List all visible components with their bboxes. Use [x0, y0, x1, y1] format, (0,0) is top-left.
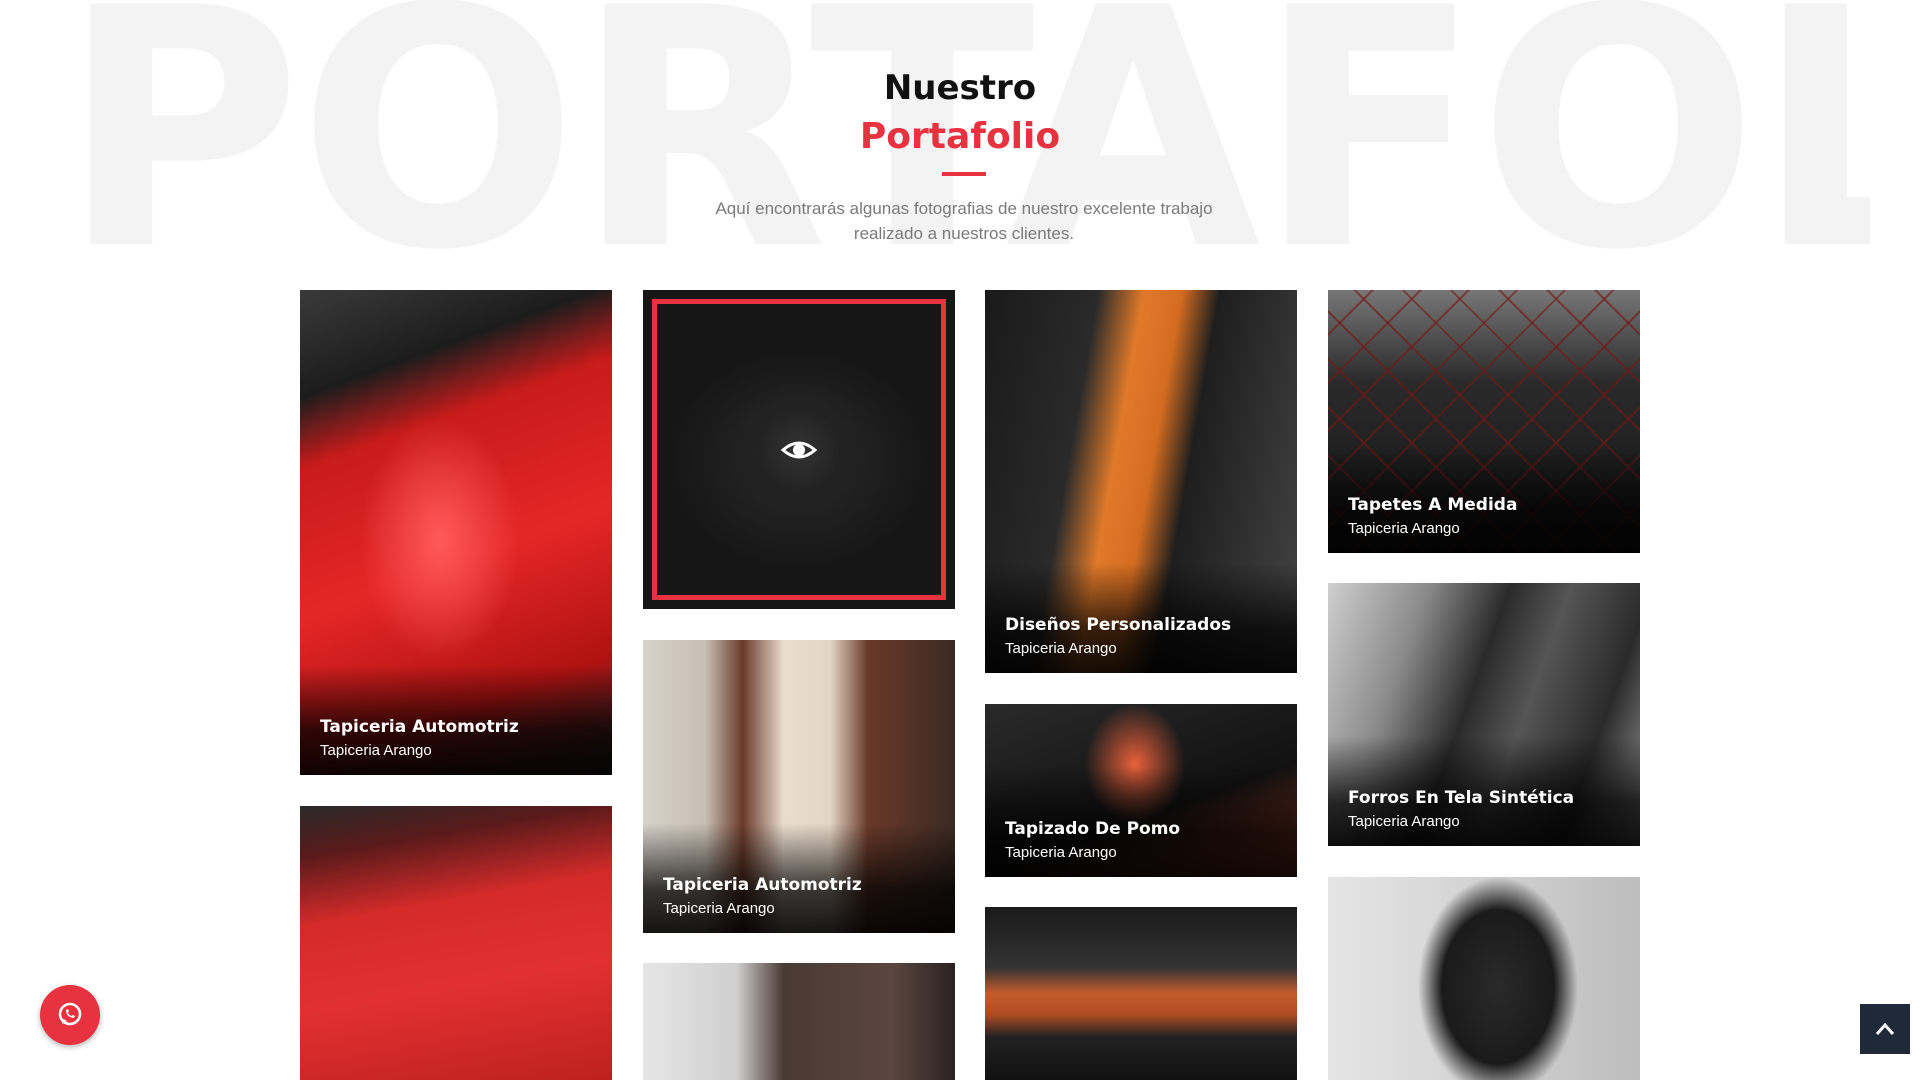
- portfolio-section: PORTAFOLIO Nuestro Portafolio Aquí encon…: [0, 0, 1920, 1080]
- portfolio-item-subtitle: Tapiceria Arango: [1348, 813, 1460, 830]
- portfolio-item[interactable]: Tapetes A Medida Tapiceria Arango: [1328, 290, 1640, 553]
- portfolio-item-subtitle: Tapiceria Arango: [1348, 520, 1460, 537]
- portfolio-photo: [1328, 877, 1640, 1080]
- portfolio-photo: [643, 963, 955, 1080]
- portfolio-item-subtitle: Tapiceria Arango: [1005, 844, 1117, 861]
- portfolio-item[interactable]: Tapiceria Automotriz Tapiceria Arango: [300, 290, 612, 775]
- portfolio-item[interactable]: Tapiceria Automotriz Tapiceria Arango: [643, 640, 955, 933]
- portfolio-item-hovered[interactable]: [643, 290, 955, 609]
- portfolio-item-subtitle: Tapiceria Arango: [320, 742, 432, 759]
- portfolio-item-title: Tapiceria Automotriz: [320, 717, 519, 737]
- scroll-to-top-button[interactable]: [1860, 1004, 1910, 1054]
- portfolio-photo: [985, 907, 1297, 1080]
- eye-icon[interactable]: [779, 430, 819, 470]
- portfolio-item[interactable]: [643, 963, 955, 1080]
- section-subtitle: Aquí encontrarás algunas fotografias de …: [715, 199, 1213, 243]
- portfolio-item[interactable]: Forros En Tela Sintética Tapiceria Arang…: [1328, 583, 1640, 846]
- portfolio-item-subtitle: Tapiceria Arango: [663, 900, 775, 917]
- portfolio-item-title: Diseños Personalizados: [1005, 615, 1232, 635]
- portfolio-item[interactable]: Diseños Personalizados Tapiceria Arango: [985, 290, 1297, 673]
- title-underline: [942, 172, 986, 176]
- portfolio-item-title: Forros En Tela Sintética: [1348, 788, 1575, 808]
- portfolio-item[interactable]: Tapizado De Pomo Tapiceria Arango: [985, 704, 1297, 877]
- portfolio-item[interactable]: [300, 806, 612, 1080]
- portfolio-item[interactable]: [985, 907, 1297, 1080]
- portfolio-item-title: Tapizado De Pomo: [1005, 819, 1181, 839]
- portfolio-item-title: Tapiceria Automotriz: [663, 875, 862, 895]
- whatsapp-button[interactable]: [40, 985, 100, 1045]
- portfolio-item-title: Tapetes A Medida: [1348, 495, 1518, 515]
- chevron-up-icon: [1875, 1022, 1895, 1035]
- portfolio-item[interactable]: [1328, 877, 1640, 1080]
- portfolio-item-subtitle: Tapiceria Arango: [1005, 640, 1117, 657]
- section-title: Portafolio: [859, 116, 1061, 157]
- whatsapp-icon: [58, 1002, 82, 1026]
- section-title-small: Nuestro: [883, 68, 1037, 108]
- portfolio-photo: [300, 806, 612, 1080]
